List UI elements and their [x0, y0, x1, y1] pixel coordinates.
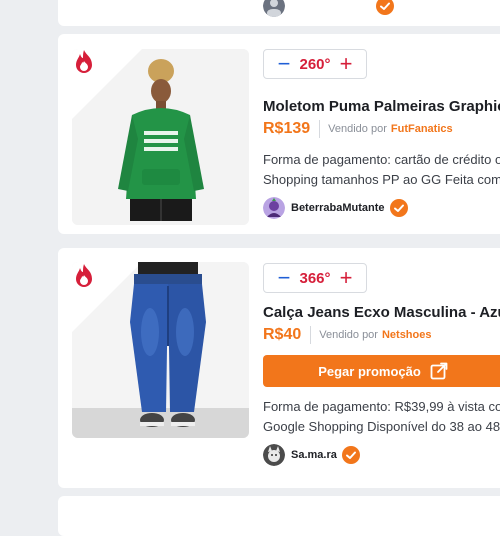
deal-card-previous — [58, 0, 500, 26]
description-line: Forma de pagamento: cartão de crédito o — [263, 152, 500, 167]
deal-price: R$40 — [263, 326, 302, 343]
deal-title[interactable]: Moletom Puma Palmeiras Graphic — [263, 98, 500, 115]
price-row: R$40 Vendido por Netshoes — [263, 326, 432, 344]
deal-price: R$139 — [263, 120, 311, 137]
deal-author[interactable]: BeterrabaMutante — [263, 197, 408, 219]
deal-description: Forma de pagamento: R$39,99 à vista co G… — [263, 397, 500, 437]
description-line: Forma de pagamento: R$39,99 à vista co — [263, 399, 500, 414]
verified-check-icon — [389, 199, 408, 217]
deal-card[interactable]: − 366° + Calça Jeans Ecxo Masculina - Az… — [58, 248, 500, 488]
vote-cold-button[interactable]: − — [276, 267, 292, 289]
get-deal-button[interactable]: Pegar promoção — [263, 355, 500, 387]
deal-author-previous[interactable] — [263, 0, 394, 17]
temperature-value: 366° — [299, 269, 331, 287]
description-line: Shopping tamanhos PP ao GG Feita com — [263, 172, 500, 187]
description-line: Google Shopping Disponível do 38 ao 48 — [263, 419, 500, 434]
temperature-value: 260° — [299, 55, 331, 73]
merchant-link[interactable]: Netshoes — [382, 329, 432, 341]
deal-author[interactable]: Sa.ma.ra — [263, 444, 360, 466]
author-name: BeterrabaMutante — [291, 202, 385, 214]
flame-icon — [76, 264, 92, 287]
author-avatar — [263, 0, 285, 17]
author-avatar — [263, 444, 285, 466]
deal-thumbnail[interactable] — [72, 262, 249, 438]
merchant-link[interactable]: FutFanatics — [391, 123, 453, 135]
vote-hot-button[interactable]: + — [338, 53, 354, 75]
sold-by-label: Vendido por — [328, 123, 387, 135]
vote-hot-button[interactable]: + — [338, 267, 354, 289]
blue-jeans-photo — [72, 262, 249, 438]
sold-by-label: Vendido por — [319, 329, 378, 341]
temperature-control: − 366° + — [263, 263, 367, 293]
verified-check-icon — [341, 446, 360, 464]
green-hoodie-photo — [72, 49, 249, 225]
divider — [310, 326, 312, 344]
divider — [319, 120, 321, 138]
get-deal-label: Pegar promoção — [318, 363, 421, 379]
temperature-control: − 260° + — [263, 49, 367, 79]
vote-cold-button[interactable]: − — [276, 53, 292, 75]
author-avatar — [263, 197, 285, 219]
deal-description: Forma de pagamento: cartão de crédito o … — [263, 150, 500, 190]
deal-card-next — [58, 496, 500, 536]
deal-title[interactable]: Calça Jeans Ecxo Masculina - Azu — [263, 304, 500, 321]
flame-icon — [76, 50, 92, 73]
external-link-icon — [430, 362, 448, 380]
deal-thumbnail[interactable] — [72, 49, 249, 225]
author-name-hidden — [291, 1, 371, 11]
deal-card[interactable]: − 260° + Moletom Puma Palmeiras Graphic … — [58, 34, 500, 234]
author-name: Sa.ma.ra — [291, 449, 337, 461]
verified-check-icon — [376, 0, 394, 15]
price-row: R$139 Vendido por FutFanatics — [263, 120, 453, 138]
